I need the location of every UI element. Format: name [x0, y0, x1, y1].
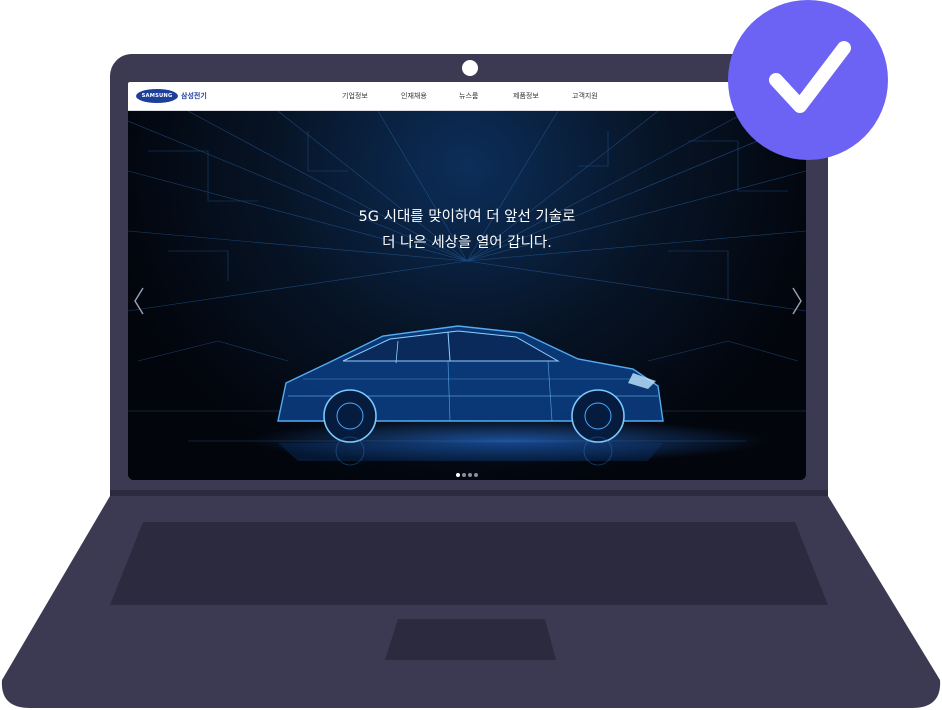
laptop-mockup: SAMSUNG 삼성전기 기업정보 인재채용 뉴스룸 제품정보 고객지원 5G … [0, 0, 942, 710]
trackpad [385, 619, 556, 660]
keyboard-area [110, 522, 828, 605]
checkmark-icon [728, 0, 888, 160]
